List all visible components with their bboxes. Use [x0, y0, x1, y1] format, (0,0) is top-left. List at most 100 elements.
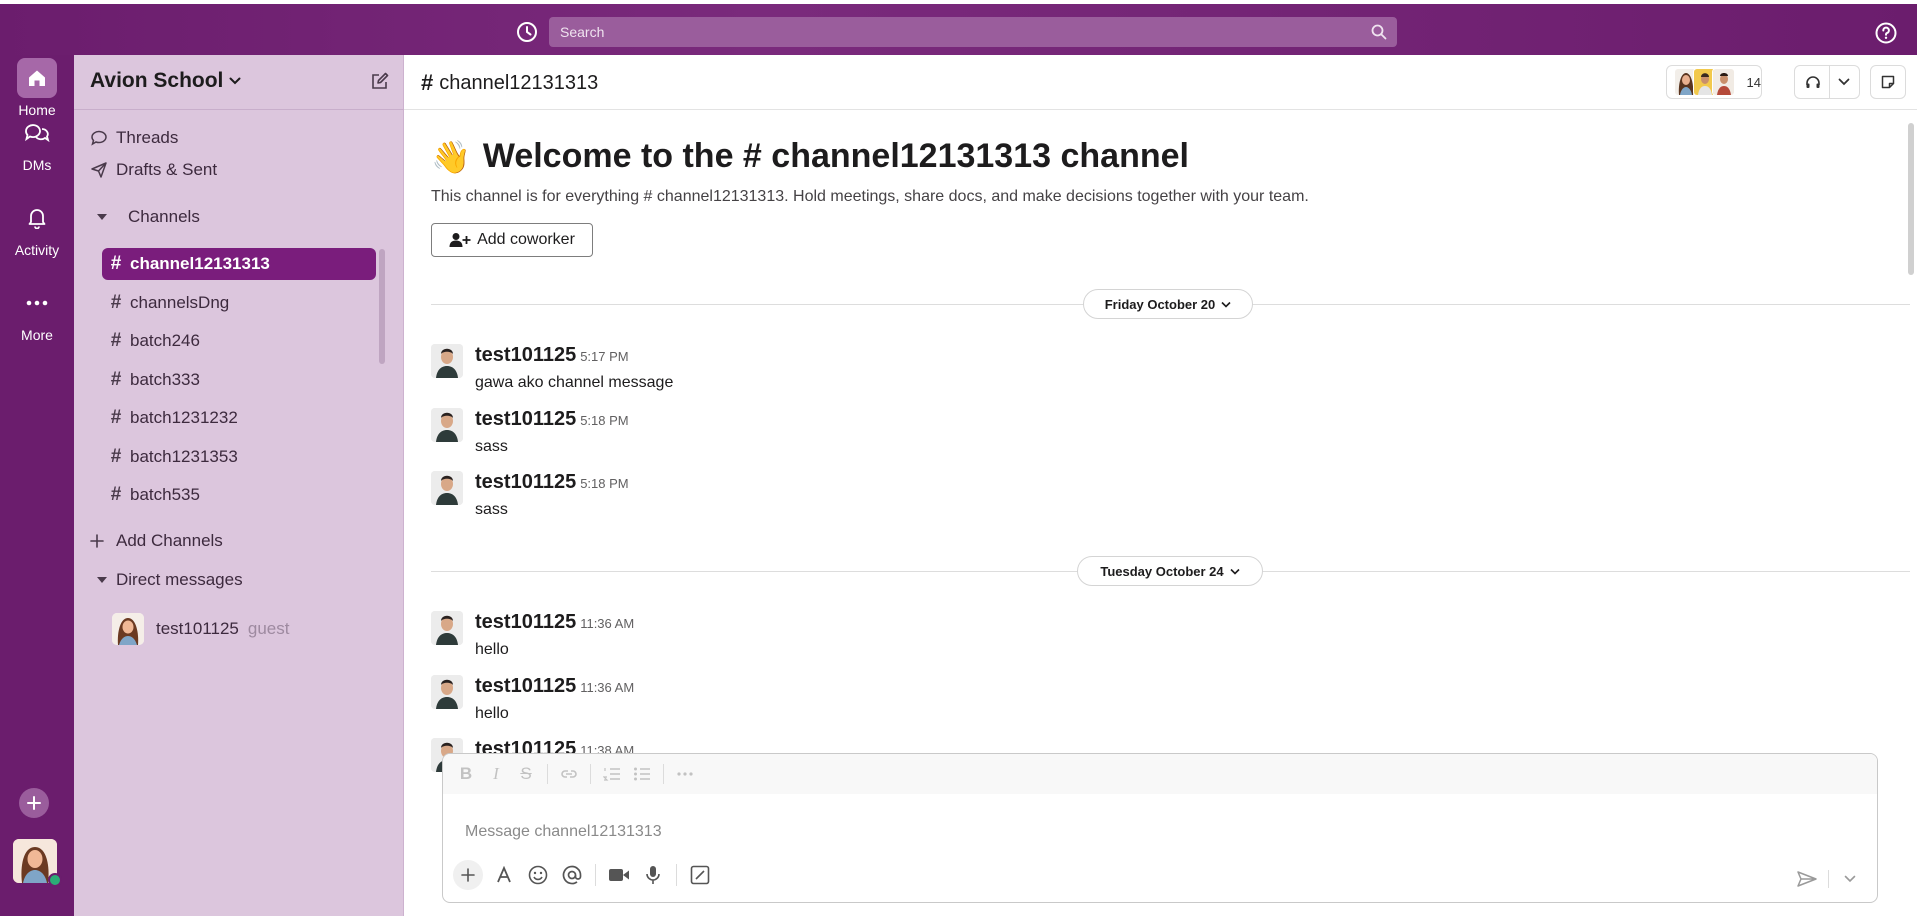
add-coworker-button[interactable]: Add coworker [431, 223, 593, 257]
channel-title[interactable]: # channel12131313 [421, 70, 598, 96]
channel-item[interactable]: # channelsDng [102, 287, 376, 319]
mic-icon[interactable] [636, 858, 670, 892]
avatar[interactable] [431, 611, 463, 645]
hash-icon: # [110, 253, 122, 274]
canvas-icon [1881, 75, 1895, 89]
rail-more-label: More [21, 327, 53, 343]
date-pill[interactable]: Tuesday October 24 [1077, 556, 1263, 586]
channels-section-toggle[interactable]: Channels [96, 207, 200, 227]
send-controls [1790, 862, 1867, 896]
message-time[interactable]: 5:18 PM [580, 413, 628, 428]
sidebar-item-threads[interactable]: Threads [90, 128, 178, 148]
member-count: 14 [1746, 74, 1761, 90]
slash-icon[interactable] [683, 858, 717, 892]
rail-dms[interactable]: DMs [0, 113, 74, 173]
workspace-switcher[interactable]: Avion School [90, 69, 241, 93]
bullet-list-icon[interactable] [627, 759, 657, 789]
chevron-down-icon[interactable] [1838, 78, 1850, 86]
video-icon[interactable] [602, 858, 636, 892]
format-toolbar: B I S [443, 754, 1877, 794]
rail-home[interactable]: Home [0, 58, 74, 118]
message-time[interactable]: 5:17 PM [580, 349, 628, 364]
dms-icon [17, 113, 57, 153]
message-time[interactable]: 11:36 AM [580, 616, 634, 631]
wave-emoji: 👋 [431, 138, 471, 175]
channel-item[interactable]: # batch1231232 [102, 402, 376, 434]
message-header: test101125 11:36 AM [475, 611, 634, 634]
guest-tag: guest [247, 619, 290, 638]
add-channels-button[interactable]: Add Channels [90, 531, 223, 551]
message-text: sass [475, 501, 508, 518]
divider [676, 864, 677, 886]
add-user-icon [449, 233, 471, 247]
more-icon[interactable] [670, 759, 700, 789]
avatar[interactable] [431, 471, 463, 505]
search-input[interactable]: Search [549, 17, 1397, 47]
divider [1829, 65, 1830, 99]
send-icon[interactable] [1790, 862, 1824, 896]
channel-item[interactable]: # batch535 [102, 479, 376, 511]
chevron-down-icon [229, 77, 241, 85]
mention-icon[interactable] [555, 858, 589, 892]
sidebar-item-label: Threads [116, 128, 179, 147]
channel-item[interactable]: # batch1231353 [102, 441, 376, 473]
chevron-down-icon[interactable] [1833, 862, 1867, 896]
threads-icon [90, 130, 116, 146]
channel-item[interactable]: # batch246 [102, 325, 376, 357]
avatar[interactable] [431, 408, 463, 442]
text-format-icon[interactable] [487, 858, 521, 892]
huddle-button[interactable] [1794, 65, 1860, 99]
emoji-icon[interactable] [521, 858, 555, 892]
caret-down-icon [96, 213, 128, 221]
history-icon[interactable] [512, 17, 542, 47]
avatar[interactable] [431, 675, 463, 709]
members-button[interactable]: 14 [1666, 65, 1762, 99]
home-icon [17, 58, 57, 98]
welcome-title-text: Welcome to the # channel12131313 channel [482, 137, 1189, 175]
message-author[interactable]: test101125 [475, 344, 576, 366]
message-header: test101125 5:18 PM [475, 471, 629, 494]
dm-item[interactable]: test101125 guest [112, 613, 289, 645]
message-author[interactable]: test101125 [475, 471, 576, 493]
avatar[interactable] [431, 344, 463, 378]
message-input[interactable]: Message channel12131313 [465, 823, 662, 841]
strike-icon[interactable]: S [511, 759, 541, 789]
message-time[interactable]: 5:18 PM [580, 476, 628, 491]
sidebar: Avion School Threads Drafts & Sent Chann… [74, 55, 404, 916]
workspace-name: Avion School [90, 69, 224, 92]
canvas-button[interactable] [1870, 65, 1906, 99]
message-time[interactable]: 11:36 AM [580, 680, 634, 695]
channel-label: channel12131313 [130, 254, 270, 273]
ordered-list-icon[interactable] [597, 759, 627, 789]
plus-icon[interactable] [453, 860, 483, 890]
channel-label: batch1231353 [130, 447, 238, 466]
rail-activity[interactable]: Activity [0, 198, 74, 258]
message-author[interactable]: test101125 [475, 408, 576, 430]
hash-icon: # [110, 407, 122, 428]
channel-label: batch1231232 [130, 408, 238, 427]
message-author[interactable]: test101125 [475, 675, 576, 697]
italic-icon[interactable]: I [481, 759, 511, 789]
sidebar-item-label: Drafts & Sent [116, 160, 218, 179]
sidebar-item-drafts[interactable]: Drafts & Sent [90, 160, 217, 180]
link-icon[interactable] [554, 759, 584, 789]
add-workspace-button[interactable] [19, 788, 49, 818]
rail-activity-label: Activity [14, 242, 60, 258]
sidebar-scrollbar[interactable] [379, 249, 385, 364]
welcome-heading: 👋 Welcome to the # channel12131313 chann… [431, 137, 1189, 176]
date-pill[interactable]: Friday October 20 [1083, 289, 1253, 319]
send-icon [90, 161, 116, 179]
compose-button[interactable] [370, 71, 390, 91]
channel-item[interactable]: # batch333 [102, 364, 376, 396]
dm-section-toggle[interactable]: Direct messages [96, 570, 243, 590]
message-author[interactable]: test101125 [475, 611, 576, 633]
rail-more[interactable]: More [0, 283, 74, 343]
avatar [112, 613, 144, 645]
plus-icon [27, 796, 41, 810]
bold-icon[interactable]: B [451, 759, 481, 789]
channel-item[interactable]: # channel12131313 [102, 248, 376, 280]
messages-scrollbar[interactable] [1908, 123, 1914, 275]
bell-icon [17, 198, 57, 238]
hash-icon: # [110, 484, 122, 505]
help-icon[interactable] [1875, 22, 1897, 44]
